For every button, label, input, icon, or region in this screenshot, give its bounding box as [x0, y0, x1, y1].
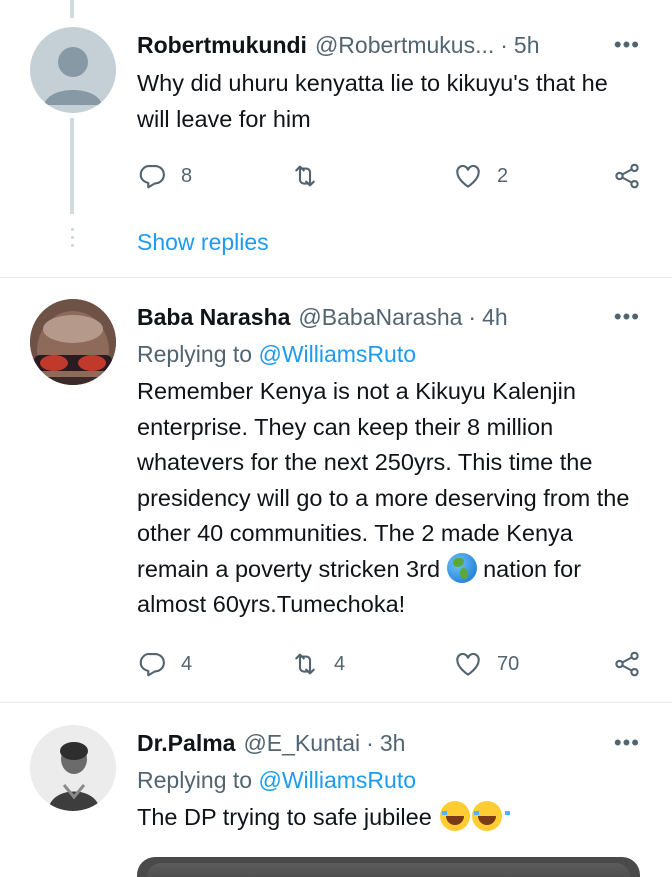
default-avatar-icon	[44, 47, 102, 105]
avatar-baba-narasha[interactable]	[30, 299, 116, 385]
separator-dot: ·	[500, 31, 508, 58]
tweet-robertmukundi[interactable]: Robertmukundi @Robertmukus... · 5h ••• W…	[0, 0, 672, 277]
like-count: 2	[497, 164, 509, 187]
share-icon	[615, 163, 639, 189]
reply-button[interactable]: 4	[137, 644, 192, 684]
user-handle[interactable]: @Robertmukus...	[315, 32, 494, 59]
tweet-text: Why did uhuru kenyatta lie to kikuyu's t…	[137, 70, 608, 132]
like-count: 70	[497, 652, 520, 675]
separator-dot: ·	[366, 729, 374, 756]
separator-dot: ·	[468, 303, 477, 330]
replying-to: Replying to @WilliamsRuto	[137, 762, 642, 798]
heart-icon	[456, 652, 480, 676]
heart-icon	[456, 164, 480, 188]
mention-link[interactable]: @WilliamsRuto	[258, 341, 416, 367]
like-button[interactable]: 2	[453, 156, 508, 196]
laughing-tears-emoji-icon	[440, 801, 479, 831]
display-name[interactable]: Robertmukundi	[137, 32, 307, 59]
tweet-text: Remember Kenya is not a Kikuyu Kalenjin …	[137, 374, 642, 623]
tweet-text-content: The DP trying to safe jubilee	[137, 804, 439, 830]
replying-to: Replying to @WilliamsRuto	[137, 336, 642, 372]
reply-button[interactable]: 8	[137, 156, 192, 196]
avatar-default[interactable]	[30, 27, 116, 113]
laughing-tears-emoji-icon	[472, 801, 511, 831]
retweet-count: 4	[334, 652, 346, 675]
tweet-baba-narasha[interactable]: Baba Narasha @BabaNarasha · 4h ••• Reply…	[0, 278, 672, 702]
avatar-dr-palma[interactable]	[30, 725, 116, 811]
retweet-button[interactable]	[290, 156, 334, 196]
retweet-button[interactable]: 4	[290, 644, 345, 684]
timestamp[interactable]: 4h	[482, 304, 508, 331]
tweet-header: Dr.Palma @E_Kuntai · 3h	[137, 726, 642, 760]
show-replies-link[interactable]: Show replies	[137, 229, 269, 256]
retweet-icon	[295, 653, 315, 675]
tweet-text: The DP trying to safe jubilee	[137, 800, 642, 836]
display-name[interactable]: Dr.Palma	[137, 730, 235, 757]
tweet-dr-palma[interactable]: Dr.Palma @E_Kuntai · 3h ••• Replying to …	[0, 703, 672, 877]
more-options-icon[interactable]: •••	[614, 28, 640, 62]
replying-to-label: Replying to	[137, 767, 253, 793]
user-handle[interactable]: @E_Kuntai	[243, 730, 360, 757]
tweet-header: Baba Narasha @BabaNarasha · 4h	[137, 300, 642, 334]
reply-count: 8	[181, 164, 193, 187]
user-photo	[30, 725, 116, 811]
media-attachment[interactable]	[137, 857, 640, 877]
display-name[interactable]: Baba Narasha	[137, 304, 290, 331]
reply-count: 4	[181, 652, 193, 675]
user-handle[interactable]: @BabaNarasha	[298, 304, 462, 331]
timestamp[interactable]: 3h	[380, 730, 406, 757]
tweet-text-part-1: Remember Kenya is not a Kikuyu Kalenjin …	[137, 378, 630, 582]
share-button[interactable]	[612, 644, 642, 684]
reply-icon	[139, 652, 165, 677]
tweet-actions: 8 2	[137, 156, 642, 196]
more-options-icon[interactable]: •••	[614, 300, 640, 334]
tweet-actions: 4 4 70	[137, 644, 642, 684]
like-button[interactable]: 70	[453, 644, 519, 684]
share-icon	[615, 651, 639, 677]
globe-emoji-icon	[446, 552, 477, 583]
tweet-header: Robertmukundi @Robertmukus... · 5h	[137, 28, 642, 62]
more-options-icon[interactable]: •••	[614, 726, 640, 760]
reply-icon	[139, 164, 165, 189]
replying-to-label: Replying to	[137, 341, 253, 367]
retweet-icon	[295, 165, 315, 187]
media-image	[147, 863, 630, 877]
share-button[interactable]	[612, 156, 642, 196]
timestamp[interactable]: 5h	[514, 32, 540, 59]
mention-link[interactable]: @WilliamsRuto	[258, 767, 416, 793]
user-photo	[30, 299, 116, 385]
